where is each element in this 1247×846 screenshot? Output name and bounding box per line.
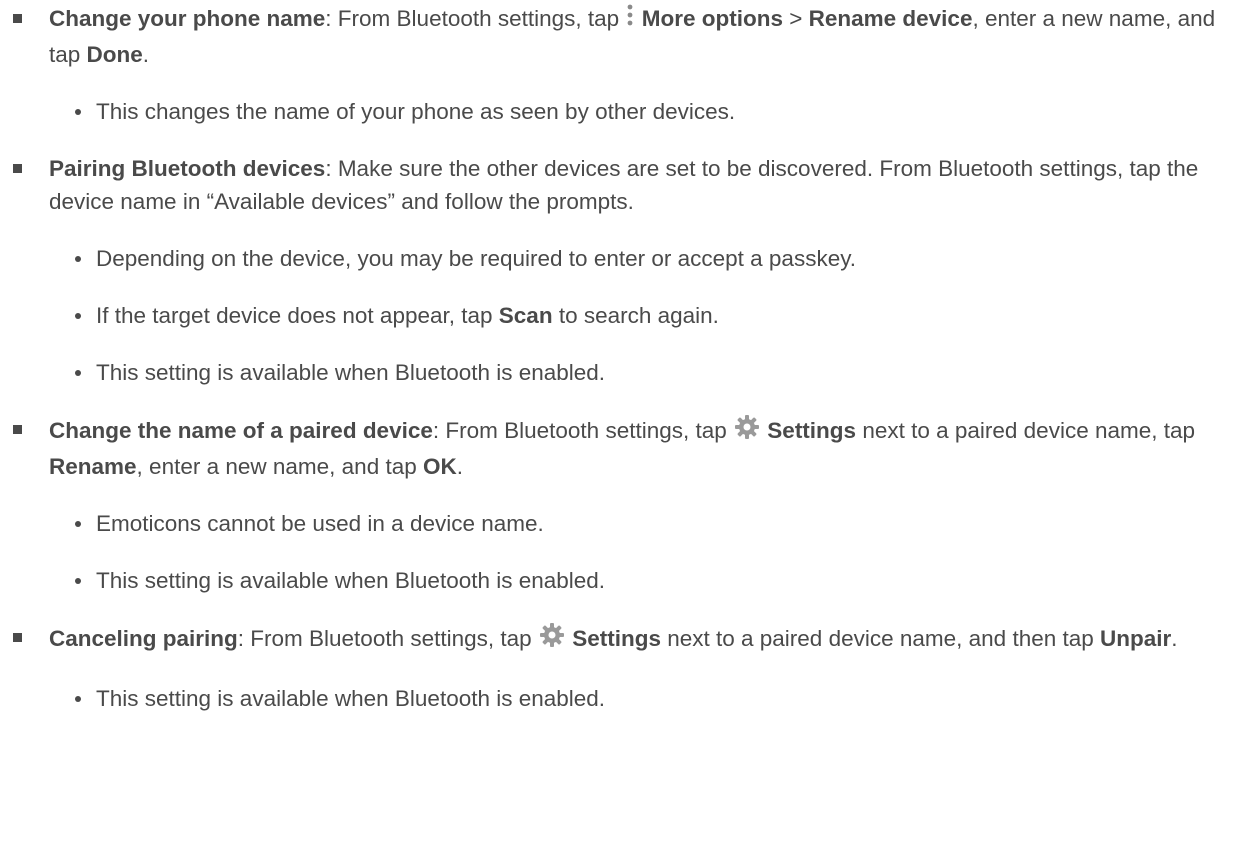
item-text: .	[456, 454, 463, 479]
item-term: Pairing Bluetooth devices	[49, 156, 326, 181]
settings-gear-icon	[538, 621, 566, 658]
round-bullet-icon	[75, 256, 81, 262]
sub-item: This changes the name of your phone as s…	[0, 95, 1247, 128]
round-bullet-icon	[75, 370, 81, 376]
sub-item-text: Emoticons cannot be used in a device nam…	[96, 511, 544, 536]
item-text: >	[782, 6, 809, 31]
round-bullet-icon	[75, 696, 81, 702]
list-item-change-phone-name: Change your phone name: From Bluetooth s…	[0, 2, 1237, 71]
square-bullet-icon	[13, 425, 22, 434]
sub-item: If the target device does not appear, ta…	[0, 299, 1247, 332]
round-bullet-icon	[75, 109, 81, 115]
ok-label: OK	[422, 454, 457, 479]
done-label: Done	[86, 42, 143, 67]
sub-item: Depending on the device, you may be requ…	[0, 242, 1247, 275]
sub-item-text: This setting is available when Bluetooth…	[96, 686, 606, 711]
item-text: .	[142, 42, 150, 67]
item-text: : From Bluetooth settings, tap	[237, 626, 538, 651]
item-text: : From Bluetooth settings, tap	[325, 6, 626, 31]
list-item-rename-paired-device: Change the name of a paired device: From…	[0, 413, 1237, 483]
list-item-pairing-devices: Pairing Bluetooth devices: Make sure the…	[0, 152, 1237, 218]
settings-label: Settings	[572, 626, 661, 651]
sub-item: This setting is available when Bluetooth…	[0, 356, 1247, 389]
rename-label: Rename	[49, 454, 137, 479]
square-bullet-icon	[13, 633, 22, 642]
item-text: next to a paired device name, and then t…	[660, 626, 1101, 651]
item-term: Change the name of a paired device	[49, 418, 433, 443]
sub-item-text: to search again.	[552, 303, 719, 328]
sub-item: Emoticons cannot be used in a device nam…	[0, 507, 1247, 540]
list-item-canceling-pairing: Canceling pairing: From Bluetooth settin…	[0, 621, 1237, 658]
rename-device-label: Rename device	[808, 6, 973, 31]
item-text: .	[1171, 626, 1178, 651]
item-term: Canceling pairing	[49, 626, 238, 651]
item-term: Change your phone name	[49, 6, 326, 31]
square-bullet-icon	[13, 14, 22, 23]
round-bullet-icon	[75, 578, 81, 584]
unpair-label: Unpair	[1100, 626, 1172, 651]
round-bullet-icon	[75, 521, 81, 527]
square-bullet-icon	[13, 164, 22, 173]
sub-item-text: This setting is available when Bluetooth…	[96, 568, 606, 593]
help-document: Change your phone name: From Bluetooth s…	[0, 0, 1247, 846]
more-options-label: More options	[641, 6, 783, 31]
sub-item-text: This setting is available when Bluetooth…	[96, 360, 606, 385]
scan-label: Scan	[498, 303, 553, 328]
settings-gear-icon	[733, 413, 761, 450]
sub-item-text: Depending on the device, you may be requ…	[96, 246, 857, 271]
sub-item-text: If the target device does not appear, ta…	[96, 303, 499, 328]
round-bullet-icon	[75, 313, 81, 319]
item-text: , enter a new name, and tap	[136, 454, 423, 479]
sub-item: This setting is available when Bluetooth…	[0, 564, 1247, 597]
more-options-icon	[625, 3, 635, 38]
sub-item-text: This changes the name of your phone as s…	[96, 99, 736, 124]
item-text: : From Bluetooth settings, tap	[432, 418, 734, 443]
sub-item: This setting is available when Bluetooth…	[0, 682, 1247, 715]
settings-label: Settings	[767, 418, 857, 443]
item-text: next to a paired device name, tap	[856, 418, 1196, 443]
